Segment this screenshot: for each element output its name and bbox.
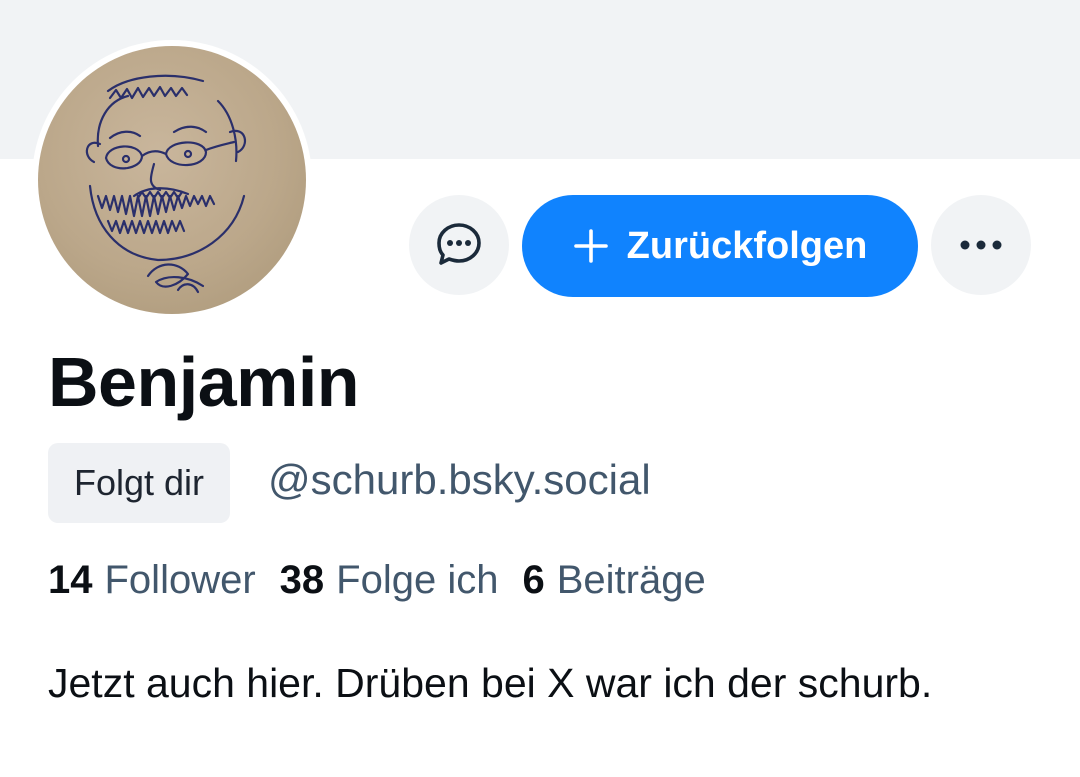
avatar-sketch-image (85, 74, 247, 294)
followers-label: Follower (104, 558, 256, 602)
following-stat[interactable]: 38 Folge ich (280, 558, 499, 603)
follow-back-label: Zurückfolgen (626, 224, 868, 267)
message-button[interactable] (409, 195, 509, 295)
posts-count: 6 (522, 558, 545, 602)
follows-you-badge: Folgt dir (48, 443, 231, 523)
follows-you-label: Folgt dir (74, 462, 205, 503)
more-options-button[interactable] (931, 195, 1031, 295)
profile-bio: Jetzt auch hier. Drüben bei X war ich de… (48, 660, 933, 706)
user-handle: @schurb.bsky.social (268, 456, 651, 503)
following-label: Folge ich (336, 558, 499, 602)
avatar-frame[interactable] (32, 40, 312, 320)
avatar[interactable] (38, 46, 306, 314)
plus-icon (573, 229, 608, 263)
posts-stat: 6 Beiträge (522, 558, 705, 603)
followers-count: 14 (48, 558, 93, 602)
profile-stats: 14 Follower 38 Folge ich 6 Beiträge (48, 558, 706, 603)
profile-page: Zurückfolgen Benjamin Folgt dir @schurb.… (0, 0, 1080, 777)
followers-stat[interactable]: 14 Follower (48, 558, 256, 603)
posts-label: Beiträge (556, 558, 706, 602)
chat-bubble-icon (437, 223, 481, 265)
display-name: Benjamin (48, 343, 360, 421)
ellipsis-icon (960, 240, 1002, 250)
following-count: 38 (279, 558, 325, 602)
follow-back-button[interactable]: Zurückfolgen (522, 195, 918, 297)
